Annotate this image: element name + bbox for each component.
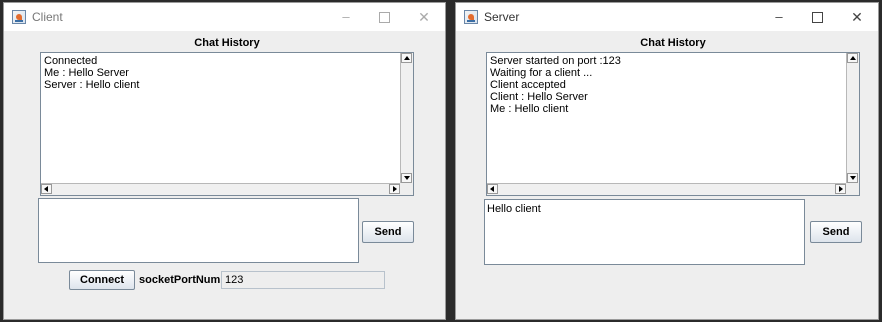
- maximize-button[interactable]: [806, 7, 828, 27]
- history-line: Waiting for a client ...: [490, 67, 593, 79]
- chat-history-heading: Chat History: [194, 37, 260, 49]
- history-line: Client : Hello Server: [490, 91, 588, 103]
- client-send-button[interactable]: Send: [362, 221, 414, 243]
- minimize-button[interactable]: –: [335, 7, 357, 27]
- arrow-right-icon[interactable]: [835, 184, 846, 194]
- close-button[interactable]: ✕: [846, 7, 868, 27]
- minimize-button[interactable]: –: [768, 7, 790, 27]
- arrow-down-icon[interactable]: [847, 173, 858, 183]
- client-titlebar[interactable]: Client – ✕: [4, 3, 445, 31]
- port-field[interactable]: 123: [221, 271, 385, 289]
- arrow-left-icon[interactable]: [41, 184, 52, 194]
- client-history-lines: Connected Me : Hello Server Server : Hel…: [44, 55, 139, 91]
- maximize-icon: [811, 12, 823, 24]
- history-line: Me : Hello Server: [44, 67, 129, 79]
- client-window: Client – ✕ Chat History Connected Me : H…: [3, 2, 446, 320]
- arrow-up-icon[interactable]: [401, 53, 412, 63]
- arrow-down-icon[interactable]: [401, 173, 412, 183]
- history-line: Client accepted: [490, 79, 566, 91]
- server-chat-history[interactable]: Server started on port :123 Waiting for …: [486, 52, 860, 196]
- scroll-corner: [400, 183, 413, 195]
- history-line: Me : Hello client: [490, 103, 569, 115]
- port-label: socketPortNum :: [139, 274, 228, 286]
- client-message-input[interactable]: [38, 198, 359, 263]
- chat-history-heading: Chat History: [640, 37, 706, 49]
- client-chat-history[interactable]: Connected Me : Hello Server Server : Hel…: [40, 52, 414, 196]
- arrow-up-icon[interactable]: [847, 53, 858, 63]
- close-button[interactable]: ✕: [413, 7, 435, 27]
- server-window: Server – ✕ Chat History Server started o…: [455, 2, 879, 320]
- server-send-button[interactable]: Send: [810, 221, 862, 243]
- maximize-button[interactable]: [373, 7, 395, 27]
- history-line: Server started on port :123: [490, 55, 621, 67]
- connect-button[interactable]: Connect: [69, 270, 135, 290]
- arrow-right-icon[interactable]: [389, 184, 400, 194]
- server-horizontal-scrollbar[interactable]: [487, 183, 846, 195]
- arrow-left-icon[interactable]: [487, 184, 498, 194]
- scroll-corner: [846, 183, 859, 195]
- history-line: Server : Hello client: [44, 79, 140, 91]
- server-history-lines: Server started on port :123 Waiting for …: [490, 55, 621, 115]
- maximize-icon: [378, 12, 390, 24]
- java-app-icon: [12, 10, 26, 24]
- server-message-input[interactable]: Hello client: [484, 199, 805, 265]
- client-window-title: Client: [32, 10, 63, 24]
- server-titlebar[interactable]: Server – ✕: [456, 3, 878, 31]
- history-line: Connected: [44, 55, 98, 67]
- server-window-title: Server: [484, 10, 520, 24]
- server-vertical-scrollbar[interactable]: [846, 53, 859, 183]
- client-vertical-scrollbar[interactable]: [400, 53, 413, 183]
- java-app-icon: [464, 10, 478, 24]
- client-horizontal-scrollbar[interactable]: [41, 183, 400, 195]
